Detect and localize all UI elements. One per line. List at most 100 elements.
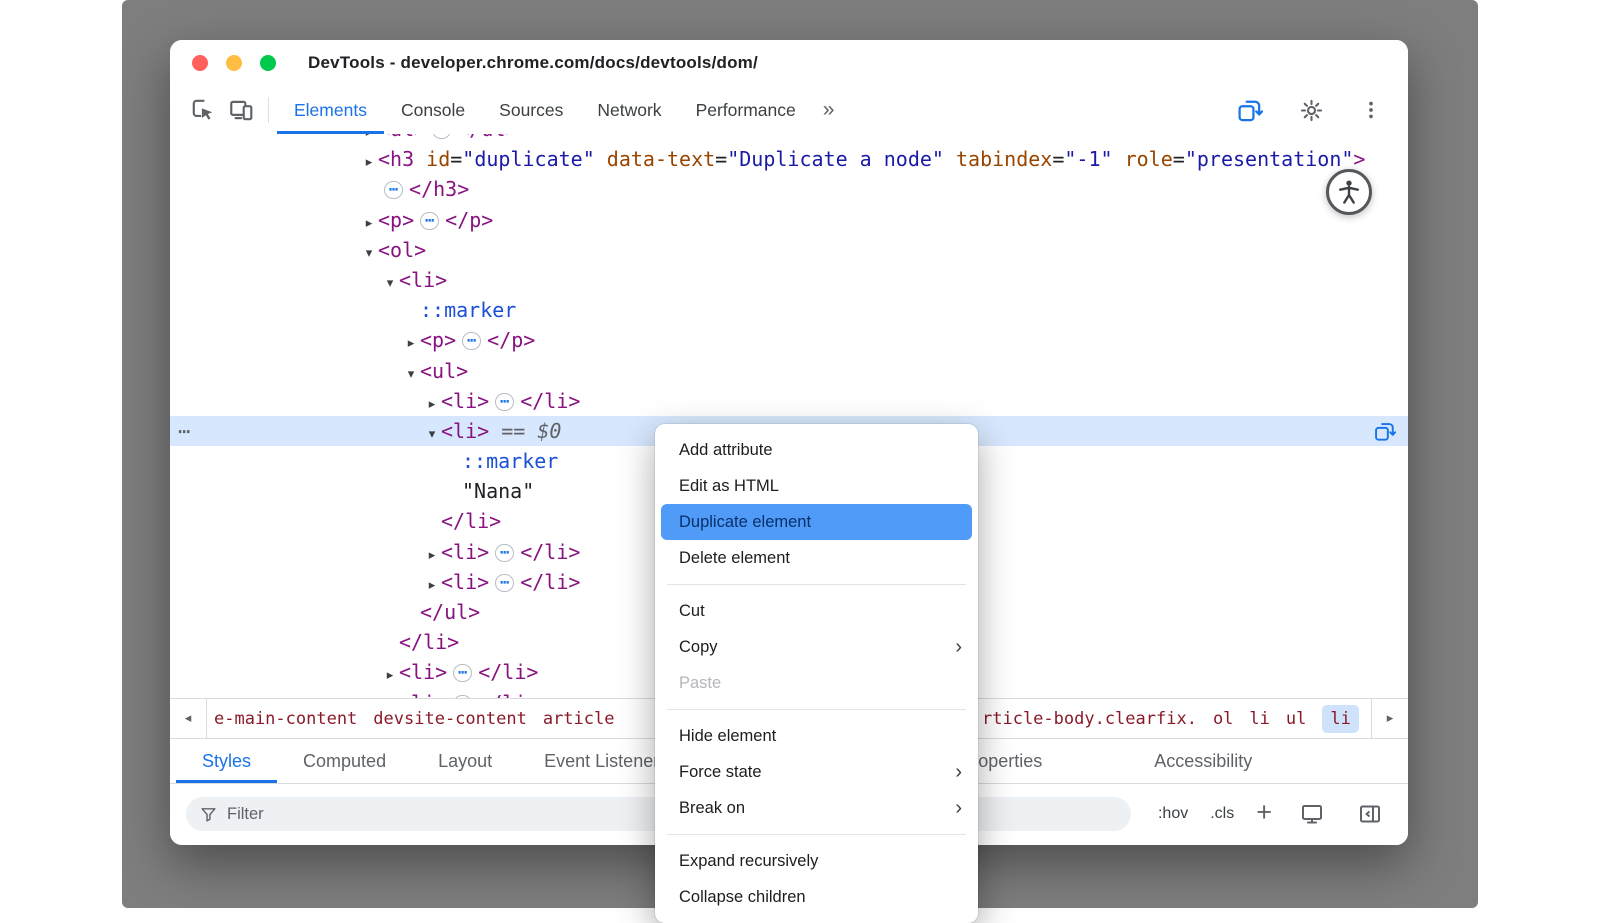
- dom-tree-row[interactable]: ⋯</h3>: [170, 174, 1408, 204]
- context-menu-item-force-state[interactable]: Force state ›: [655, 754, 978, 790]
- breadcrumb-scroll-left-icon[interactable]: ◂: [170, 699, 207, 738]
- breadcrumb-item[interactable]: article: [543, 709, 615, 729]
- inspect-element-icon[interactable]: [184, 93, 222, 127]
- expand-children-badge[interactable]: ⋯: [462, 332, 481, 350]
- menu-item-label: Duplicate element: [679, 513, 811, 532]
- close-button[interactable]: [192, 55, 208, 71]
- device-toolbar-icon[interactable]: [222, 93, 260, 127]
- dom-tree-row[interactable]: ::marker: [170, 295, 1408, 325]
- dom-tree-row[interactable]: ▸<p>⋯</p>: [170, 205, 1408, 235]
- breadcrumb-item[interactable]: li: [1322, 705, 1358, 733]
- submenu-chevron-icon: ›: [955, 798, 962, 818]
- dom-token: <li>: [441, 419, 489, 443]
- expand-children-badge[interactable]: ⋯: [495, 544, 514, 562]
- dom-token: tabindex: [944, 147, 1052, 171]
- dom-token: </li>: [520, 540, 580, 564]
- toggle-hover-state-button[interactable]: :hov: [1158, 805, 1188, 823]
- breadcrumb-item[interactable]: ol: [1213, 709, 1233, 729]
- context-menu-item-edit-as-html[interactable]: Edit as HTML: [655, 468, 978, 504]
- rendering-monitor-icon[interactable]: [1294, 798, 1330, 830]
- dom-token: >: [1353, 147, 1365, 171]
- menu-item-label: Hide element: [679, 727, 776, 746]
- dom-tree-row[interactable]: ▸<h3 id="duplicate" data-text="Duplicate…: [170, 144, 1408, 174]
- menu-separator: [667, 834, 966, 835]
- dom-token: </li>: [520, 570, 580, 594]
- expand-children-badge[interactable]: ⋯: [420, 212, 439, 230]
- dom-tree-row[interactable]: ▾<ul>: [170, 356, 1408, 386]
- dom-token: <li>: [399, 691, 447, 698]
- menu-item-label: Break on: [679, 799, 745, 818]
- sidebar-tab-layout[interactable]: Layout: [412, 739, 518, 783]
- sidebar-tab-computed[interactable]: Computed: [277, 739, 412, 783]
- context-menu-item-delete-element[interactable]: Delete element: [655, 540, 978, 576]
- dom-token: </li>: [478, 691, 538, 698]
- new-style-rule-button[interactable]: +: [1256, 797, 1272, 828]
- breadcrumb-item[interactable]: e-main-content: [214, 709, 357, 729]
- dom-token: <li>: [441, 540, 489, 564]
- dom-token: =: [450, 147, 462, 171]
- context-menu-item-copy[interactable]: Copy›: [655, 629, 978, 665]
- dom-tree-row[interactable]: ▸<li>⋯</li>: [170, 386, 1408, 416]
- menu-item-label: Delete element: [679, 549, 790, 568]
- dom-tree-row[interactable]: ▸<ul>⋯</ul>: [170, 134, 1408, 144]
- dom-token: "Nana": [462, 479, 534, 503]
- breadcrumb-item[interactable]: ul: [1286, 709, 1306, 729]
- breadcrumb-item[interactable]: devsite-content: [373, 709, 527, 729]
- row-overflow-menu-icon[interactable]: ⋯: [178, 416, 190, 446]
- context-menu-item-collapse-children[interactable]: Collapse children: [655, 879, 978, 915]
- tab-performance[interactable]: Performance: [679, 86, 813, 134]
- context-menu-item-duplicate-element[interactable]: Duplicate element: [661, 504, 972, 540]
- tab-elements[interactable]: Elements: [277, 86, 384, 134]
- expand-children-badge[interactable]: ⋯: [453, 664, 472, 682]
- tab-network[interactable]: Network: [580, 86, 678, 134]
- context-menu-item-break-on[interactable]: Break on ›: [655, 790, 978, 826]
- dom-token: data-text: [595, 147, 715, 171]
- accessibility-widget[interactable]: [1326, 169, 1372, 215]
- breadcrumb-item[interactable]: li: [1249, 709, 1269, 729]
- dom-token: id: [414, 147, 450, 171]
- menu-item-label: Add attribute: [679, 441, 773, 460]
- duplicate-node-icon[interactable]: [1373, 420, 1396, 443]
- dom-tree-row[interactable]: ▾<ol>: [170, 235, 1408, 265]
- expand-children-badge[interactable]: ⋯: [495, 574, 514, 592]
- duplicate-arrow-icon[interactable]: [1230, 93, 1269, 128]
- menu-item-label: Force state: [679, 763, 762, 782]
- context-menu-item-cut[interactable]: Cut: [655, 593, 978, 629]
- toggle-sidebar-icon[interactable]: [1352, 798, 1388, 830]
- kebab-menu-icon[interactable]: [1354, 95, 1388, 125]
- dom-token: =: [1052, 147, 1064, 171]
- dom-token: <p>: [420, 328, 456, 352]
- context-menu-item-paste: Paste: [655, 665, 978, 701]
- expand-children-badge[interactable]: ⋯: [495, 393, 514, 411]
- breadcrumb-scroll-right-icon[interactable]: ▸: [1371, 699, 1408, 738]
- devtools-toolbar: ElementsConsoleSourcesNetworkPerformance…: [170, 86, 1408, 135]
- breadcrumbs-left: e-main-content devsite-content article: [214, 699, 614, 738]
- settings-gear-icon[interactable]: [1293, 94, 1330, 127]
- tab-console[interactable]: Console: [384, 86, 482, 134]
- more-tabs-chevron[interactable]: »: [813, 98, 845, 122]
- dom-token: ==: [489, 419, 537, 443]
- menu-item-label: Paste: [679, 674, 721, 693]
- dom-token: =: [715, 147, 727, 171]
- dom-token: <ul>: [420, 359, 468, 383]
- filter-placeholder: Filter: [227, 805, 264, 824]
- dom-token: <ol>: [378, 238, 426, 262]
- dom-token: "-1": [1064, 147, 1112, 171]
- context-menu-item-add-attribute[interactable]: Add attribute: [655, 432, 978, 468]
- zoom-button[interactable]: [260, 55, 276, 71]
- context-menu-item-hide-element[interactable]: Hide element: [655, 718, 978, 754]
- dom-tree-row[interactable]: ▸<p>⋯</p>: [170, 325, 1408, 355]
- expand-children-badge[interactable]: ⋯: [432, 134, 451, 139]
- sidebar-tab-accessibility[interactable]: Accessibility: [1128, 739, 1278, 783]
- dom-token: =: [1173, 147, 1185, 171]
- minimize-button[interactable]: [226, 55, 242, 71]
- toggle-class-button[interactable]: .cls: [1210, 805, 1234, 823]
- context-menu-item-expand-recursively[interactable]: Expand recursively: [655, 843, 978, 879]
- submenu-chevron-icon: ›: [955, 762, 962, 782]
- expand-children-badge[interactable]: ⋯: [384, 181, 403, 199]
- tab-sources[interactable]: Sources: [482, 86, 580, 134]
- title-bar: DevTools - developer.chrome.com/docs/dev…: [170, 40, 1408, 86]
- breadcrumb-item[interactable]: rticle-body.clearfix.: [982, 709, 1197, 729]
- sidebar-tab-styles[interactable]: Styles: [176, 739, 277, 783]
- dom-tree-row[interactable]: ▾<li>: [170, 265, 1408, 295]
